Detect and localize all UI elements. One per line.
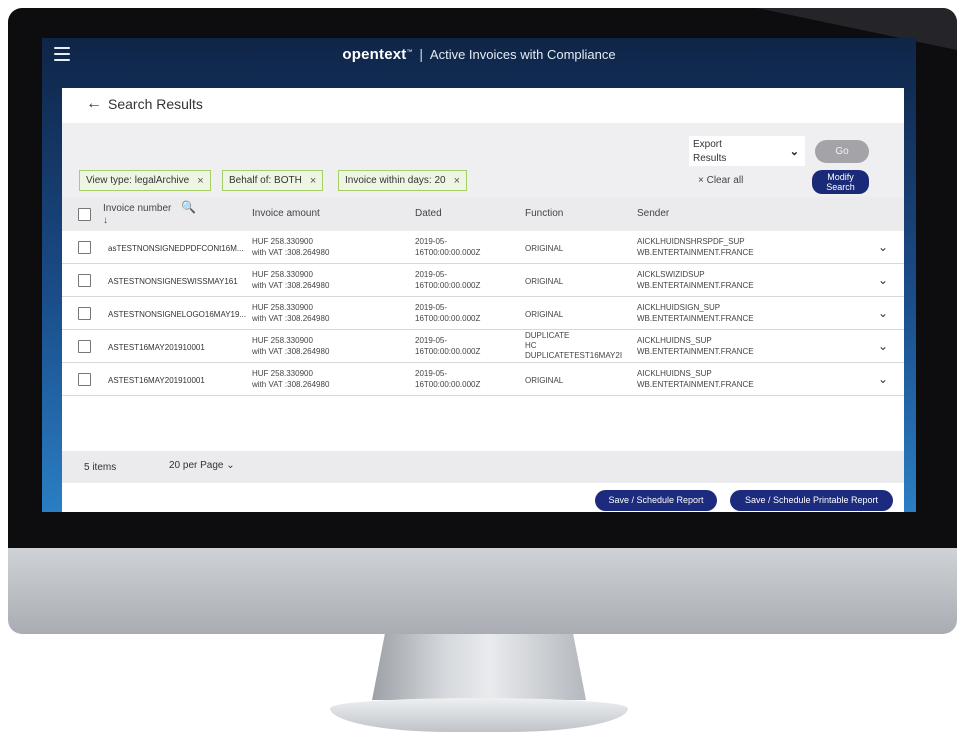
sort-down-icon[interactable]: ↓ — [103, 215, 108, 226]
row-checkbox[interactable] — [78, 241, 91, 254]
invoice-function: ORIGINAL — [525, 376, 564, 385]
app-header: opentext™ | Active Invoices with Complia… — [342, 46, 616, 63]
back-button[interactable]: ← Search Results — [86, 95, 203, 113]
invoice-amount: HUF 258.330900 with VAT :308.264980 — [252, 237, 330, 257]
row-checkbox[interactable] — [78, 373, 91, 386]
filter-chip-behalf-of: Behalf of: BOTH × — [222, 170, 324, 191]
invoice-number: ASTEST16MAY201910001 — [108, 376, 205, 385]
table-header: Invoice number 🔍 ↓ Invoice amount Dated F… — [62, 197, 904, 231]
monitor-stand-foot — [330, 698, 628, 732]
item-count: 5 items — [84, 462, 117, 473]
invoice-number: ASTEST16MAY201910001 — [108, 343, 205, 352]
row-checkbox[interactable] — [78, 307, 91, 320]
column-invoice-amount: Invoice amount — [252, 208, 320, 219]
expand-row-icon[interactable]: ⌄ — [878, 240, 888, 254]
invoice-sender: AICKLHUIDNS_SUP WB.ENTERTAINMENT.FRANCE — [637, 369, 754, 389]
monitor-chin — [8, 548, 957, 634]
top-bar: opentext™ | Active Invoices with Complia… — [42, 38, 916, 72]
per-page-select[interactable]: 20 per Page ⌄ — [169, 460, 235, 471]
invoice-date: 2019-05- 16T00:00:00.000Z — [415, 336, 481, 356]
select-all-checkbox[interactable] — [78, 208, 91, 221]
invoice-function: DUPLICATE HC DUPLICATETEST16MAY2I — [525, 331, 623, 360]
invoice-number: ASTESTNONSIGNESWISSMAY161 — [108, 277, 238, 286]
invoice-date: 2019-05- 16T00:00:00.000Z — [415, 369, 481, 389]
invoice-date: 2019-05- 16T00:00:00.000Z — [415, 303, 481, 323]
invoice-function: ORIGINAL — [525, 244, 564, 253]
invoice-sender: AICKLSWIZIDSUP WB.ENTERTAINMENT.FRANCE — [637, 270, 754, 290]
monitor-stand-neck — [372, 634, 586, 700]
invoice-function: ORIGINAL — [525, 277, 564, 286]
expand-row-icon[interactable]: ⌄ — [878, 372, 888, 386]
modify-search-button[interactable]: Modify Search — [812, 170, 869, 194]
column-dated: Dated — [415, 208, 442, 219]
chevron-down-icon: ⌄ — [789, 146, 799, 158]
invoice-function: ORIGINAL — [525, 310, 564, 319]
table-row[interactable]: ASTEST16MAY201910001 HUF 258.330900 with … — [62, 363, 904, 396]
pagination-bar: 5 items 20 per Page ⌄ — [62, 451, 904, 483]
table-row[interactable]: ASTESTNONSIGNESWISSMAY161 HUF 258.330900… — [62, 264, 904, 297]
column-sender: Sender — [637, 208, 670, 219]
expand-row-icon[interactable]: ⌄ — [878, 306, 888, 320]
remove-filter-icon[interactable]: × — [454, 175, 460, 187]
invoice-number: ASTESTNONSIGNELOGO16MAY19... — [108, 310, 247, 319]
table-row[interactable]: asTESTNONSIGNEDPDFCONt16M... HUF 258.330… — [62, 231, 904, 264]
invoice-number: asTESTNONSIGNEDPDFCONt16M... — [108, 244, 244, 253]
save-schedule-report-button[interactable]: Save / Schedule Report — [595, 490, 717, 511]
invoice-sender: AICKLHUIDSIGN_SUP WB.ENTERTAINMENT.FRANCE — [637, 303, 754, 323]
filter-chip-view-type: View type: legalArchive × — [79, 170, 211, 191]
column-invoice-number[interactable]: Invoice number 🔍 ↓ — [103, 201, 196, 227]
invoice-amount: HUF 258.330900 with VAT :308.264980 — [252, 303, 330, 323]
column-function: Function — [525, 208, 564, 219]
app-screen: opentext™ | Active Invoices with Complia… — [42, 38, 916, 512]
search-icon[interactable]: 🔍 — [181, 201, 196, 213]
invoice-amount: HUF 258.330900 with VAT :308.264980 — [252, 270, 330, 290]
app-title: Active Invoices with Compliance — [429, 47, 616, 62]
table-row[interactable]: ASTESTNONSIGNELOGO16MAY19... HUF 258.330… — [62, 297, 904, 330]
invoice-date: 2019-05- 16T00:00:00.000Z — [415, 237, 481, 257]
remove-filter-icon[interactable]: × — [197, 175, 203, 187]
invoice-amount: HUF 258.330900 with VAT :308.264980 — [252, 369, 330, 389]
row-checkbox[interactable] — [78, 274, 91, 287]
expand-row-icon[interactable]: ⌄ — [878, 339, 888, 353]
clear-all-link[interactable]: × Clear all — [698, 175, 743, 186]
expand-row-icon[interactable]: ⌄ — [878, 273, 888, 287]
results-panel: ← Search Results Export Results ⌄ Go Vie… — [62, 88, 904, 512]
invoice-sender: AICKLHUIDNSHRSPDF_SUP WB.ENTERTAINMENT.FR… — [637, 237, 754, 257]
back-arrow-icon: ← — [86, 95, 102, 112]
go-button[interactable]: Go — [815, 140, 869, 163]
invoice-date: 2019-05- 16T00:00:00.000Z — [415, 270, 481, 290]
row-checkbox[interactable] — [78, 340, 91, 353]
export-results-select[interactable]: Export Results ⌄ — [689, 136, 805, 166]
filter-area: Export Results ⌄ Go View type: legalArch… — [62, 123, 904, 197]
brand-logo: opentext — [342, 46, 407, 63]
filter-chip-invoice-days: Invoice within days: 20 × — [338, 170, 468, 191]
invoice-sender: AICKLHUIDNS_SUP WB.ENTERTAINMENT.FRANCE — [637, 336, 754, 356]
save-schedule-printable-report-button[interactable]: Save / Schedule Printable Report — [730, 490, 893, 511]
remove-filter-icon[interactable]: × — [310, 175, 316, 187]
invoice-amount: HUF 258.330900 with VAT :308.264980 — [252, 336, 330, 356]
page-title: Search Results — [108, 96, 203, 112]
table-row[interactable]: ASTEST16MAY201910001 HUF 258.330900 with … — [62, 330, 904, 363]
